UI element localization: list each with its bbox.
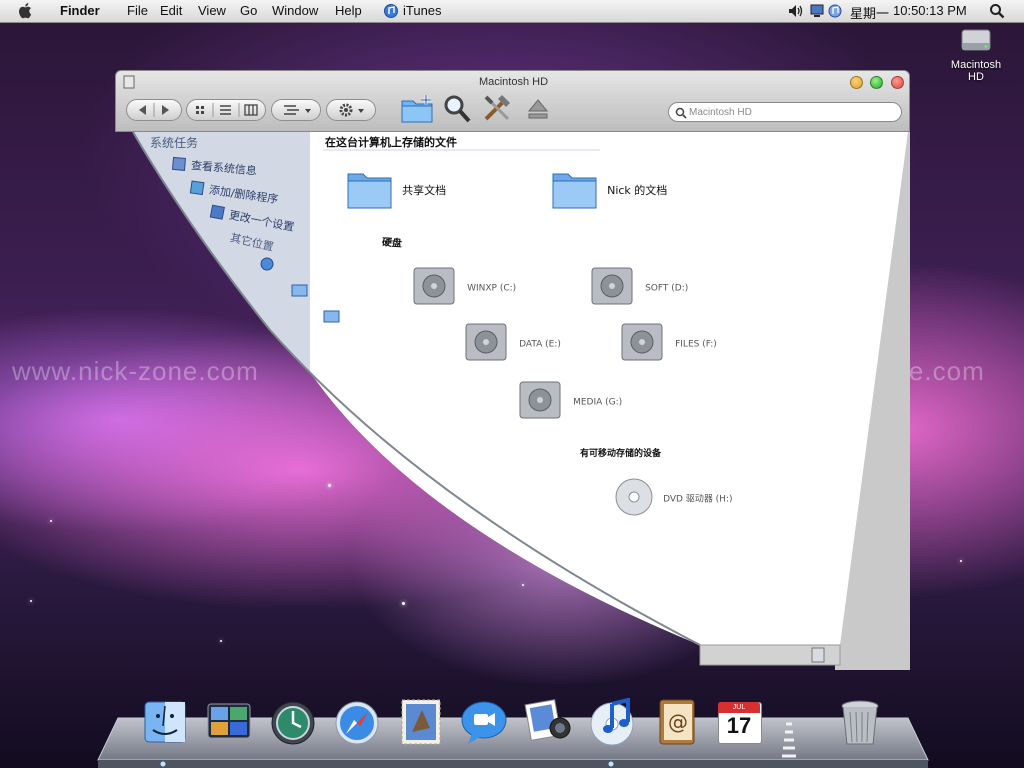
address-book-icon[interactable]: @ — [654, 698, 698, 746]
dock: @ JUL 17 — [0, 690, 1024, 768]
drive-item-d[interactable]: SOFT (D:) — [588, 264, 688, 308]
spaces-icon[interactable] — [206, 700, 252, 744]
section-header-removable: 有可移动存储的设备 — [580, 449, 662, 459]
drive-label: MEDIA (G:) — [573, 397, 623, 408]
drive-label: FILES (F:) — [675, 339, 717, 350]
my-documents-icon[interactable] — [290, 282, 310, 298]
folder-icon — [552, 173, 597, 209]
hard-drive-icon — [465, 323, 507, 361]
settings-icon — [209, 204, 226, 220]
folder-label: 共享文档 — [402, 183, 447, 197]
folder-icon — [347, 173, 392, 209]
drive-item-f[interactable]: FILES (F:) — [618, 320, 717, 364]
folder-item-shared-documents[interactable]: 共享文档 — [345, 166, 446, 212]
time-machine-icon[interactable] — [270, 700, 316, 746]
hard-drive-icon — [591, 267, 633, 305]
ichat-icon[interactable] — [460, 700, 508, 746]
page-curl-shape — [132, 131, 908, 666]
hard-drive-icon — [413, 267, 455, 305]
hard-drive-icon — [621, 323, 663, 361]
drive-label: WINXP (C:) — [467, 283, 517, 294]
resize-grip-icon[interactable] — [811, 647, 825, 663]
calendar-day: 17 — [726, 713, 752, 738]
safari-icon[interactable] — [334, 700, 380, 746]
hard-drive-icon — [519, 381, 561, 419]
trash-icon[interactable] — [838, 698, 882, 748]
sidebar-header-system-tasks: 系统任务 — [150, 136, 199, 150]
iphoto-icon[interactable] — [524, 698, 574, 746]
drive-label: SOFT (D:) — [645, 283, 689, 294]
mail-icon[interactable] — [398, 698, 444, 746]
drive-item-c[interactable]: WINXP (C:) — [410, 264, 516, 308]
network-place-icon[interactable] — [258, 256, 278, 272]
section-header-hard-drives: 硬盘 — [381, 237, 403, 250]
folder-item-nick-documents[interactable]: Nick 的文档 — [550, 166, 667, 212]
drive-label: DATA (E:) — [519, 339, 561, 350]
drive-item-g[interactable]: MEDIA (G:) — [516, 378, 622, 422]
itunes-icon[interactable] — [588, 698, 636, 746]
programs-icon — [189, 179, 205, 195]
svg-text:@: @ — [668, 710, 688, 734]
finder-icon[interactable] — [143, 700, 187, 744]
ical-icon[interactable]: JUL 17 — [716, 700, 762, 744]
folder-label: Nick 的文档 — [607, 183, 668, 197]
calendar-month: JUL — [718, 702, 760, 713]
optical-drive-label: DVD 驱动器 (H:) — [663, 494, 733, 505]
shared-documents-icon[interactable] — [322, 308, 342, 324]
info-icon — [172, 156, 187, 171]
section-header-stored-files: 在这台计算机上存储的文件 — [325, 136, 457, 149]
optical-drive-item[interactable]: DVD 驱动器 (H:) — [612, 474, 733, 520]
dvd-disc-icon — [615, 478, 653, 516]
drive-item-e[interactable]: DATA (E:) — [462, 320, 561, 364]
